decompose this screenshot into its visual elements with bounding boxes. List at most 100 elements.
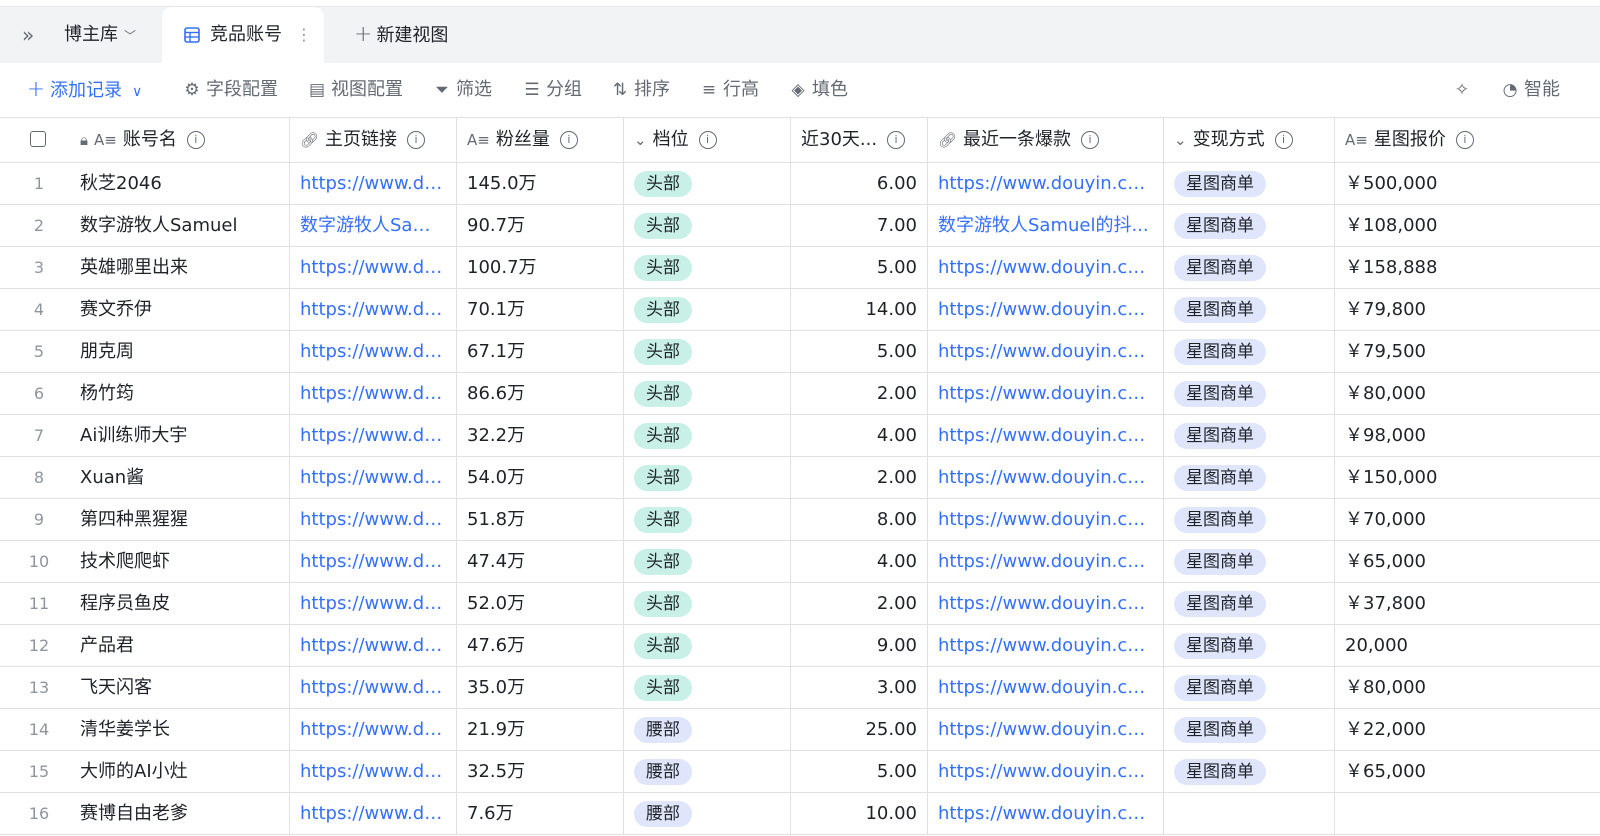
hot-post-link-cell[interactable]: https://www.douyin.co... (928, 247, 1164, 288)
info-icon[interactable]: i (1081, 131, 1100, 149)
column-header-price[interactable]: A≡ 星图报价 i (1335, 118, 1600, 162)
hot-post-link-cell[interactable]: https://www.douyin.co... (928, 583, 1164, 624)
table-row[interactable]: 9 第四种黑猩猩 https://www.do... 51.8万 头部 8.00 https… (0, 499, 1600, 541)
expand-sidebar-icon[interactable]: » (22, 23, 48, 47)
fans-count-cell[interactable]: 32.2万 (457, 415, 624, 456)
fans-count-cell[interactable]: 86.6万 (457, 373, 624, 414)
price-cell[interactable]: ￥108,000 (1335, 205, 1600, 246)
last30-cell[interactable]: 7.00 (791, 205, 928, 246)
table-row[interactable]: 10 技术爬爬虾 https://www.do... 47.4万 头部 4.00 https… (0, 541, 1600, 583)
homepage-link-cell[interactable]: https://www.do... (290, 709, 457, 750)
info-icon[interactable]: i (559, 131, 578, 149)
homepage-link-cell[interactable]: https://www.do... (290, 793, 457, 834)
monetize-cell[interactable]: 星图商单 (1164, 457, 1335, 498)
fans-count-cell[interactable]: 145.0万 (457, 163, 624, 204)
price-cell[interactable]: 20,000 (1335, 625, 1600, 666)
account-name-cell[interactable]: 技术爬爬虾 (70, 541, 290, 582)
monetize-cell[interactable]: 星图商单 (1164, 205, 1335, 246)
hot-post-link-cell[interactable]: 数字游牧人Samuel的抖... (928, 205, 1164, 246)
monetize-cell[interactable]: 星图商单 (1164, 667, 1335, 708)
table-row[interactable]: 13 飞天闪客 https://www.do... 35.0万 头部 3.00 https:… (0, 667, 1600, 709)
hot-post-link-cell[interactable]: https://www.douyin.co... (928, 709, 1164, 750)
homepage-link-cell[interactable]: https://www.do... (290, 541, 457, 582)
homepage-link-cell[interactable]: https://www.do... (290, 247, 457, 288)
table-row[interactable]: 5 朋克周 https://www.do... 67.1万 头部 5.00 https://… (0, 331, 1600, 373)
hot-post-link-cell[interactable]: https://www.douyin.co... (928, 541, 1164, 582)
homepage-link-cell[interactable]: https://www.do... (290, 667, 457, 708)
homepage-link-cell[interactable]: https://www.do... (290, 751, 457, 792)
tier-cell[interactable]: 腰部 (624, 709, 791, 750)
field-config-button[interactable]: ⚙ 字段配置 (182, 64, 278, 116)
price-cell[interactable]: ￥150,000 (1335, 457, 1600, 498)
tier-cell[interactable]: 头部 (624, 667, 791, 708)
tier-cell[interactable]: 头部 (624, 331, 791, 372)
row-height-button[interactable]: ≡ 行高 (699, 64, 759, 116)
column-header-hot[interactable]: 🔗︎ 最近一条爆款 i (928, 118, 1164, 162)
last30-cell[interactable]: 4.00 (791, 541, 928, 582)
hot-post-link-cell[interactable]: https://www.douyin.co... (928, 289, 1164, 330)
last30-cell[interactable]: 5.00 (791, 751, 928, 792)
fans-count-cell[interactable]: 47.6万 (457, 625, 624, 666)
tier-cell[interactable]: 头部 (624, 205, 791, 246)
tier-cell[interactable]: 腰部 (624, 751, 791, 792)
more-options-icon[interactable]: ⋮ (296, 7, 312, 63)
homepage-link-cell[interactable]: https://www.do... (290, 373, 457, 414)
account-name-cell[interactable]: 杨竹筠 (70, 373, 290, 414)
account-name-cell[interactable]: 大师的AI小灶 (70, 751, 290, 792)
tier-cell[interactable]: 头部 (624, 541, 791, 582)
price-cell[interactable]: ￥80,000 (1335, 667, 1600, 708)
table-row[interactable]: 4 赛文乔伊 https://www.do... 70.1万 头部 14.00 https:… (0, 289, 1600, 331)
tier-cell[interactable]: 头部 (624, 457, 791, 498)
last30-cell[interactable]: 25.00 (791, 709, 928, 750)
view-config-button[interactable]: ▤ 视图配置 (307, 64, 403, 116)
fans-count-cell[interactable]: 35.0万 (457, 667, 624, 708)
account-name-cell[interactable]: 赛博自由老爹 (70, 793, 290, 834)
table-row[interactable]: 1 秋芝2046 https://www.do... 145.0万 头部 6.00 http… (0, 163, 1600, 205)
hot-post-link-cell[interactable]: https://www.douyin.co... (928, 415, 1164, 456)
price-cell[interactable]: ￥80,000 (1335, 373, 1600, 414)
price-cell[interactable]: ￥70,000 (1335, 499, 1600, 540)
hot-post-link-cell[interactable]: https://www.douyin.co... (928, 331, 1164, 372)
info-icon[interactable]: i (186, 131, 205, 149)
table-row[interactable]: 3 英雄哪里出来 https://www.do... 100.7万 头部 5.00 http… (0, 247, 1600, 289)
fans-count-cell[interactable]: 47.4万 (457, 541, 624, 582)
tier-cell[interactable]: 头部 (624, 247, 791, 288)
table-row[interactable]: 12 产品君 https://www.do... 47.6万 头部 9.00 https:/… (0, 625, 1600, 667)
homepage-link-cell[interactable]: https://www.do... (290, 457, 457, 498)
last30-cell[interactable]: 5.00 (791, 247, 928, 288)
tab-competitor-accounts[interactable]: 竞品账号 ⋮ (162, 7, 324, 65)
last30-cell[interactable]: 14.00 (791, 289, 928, 330)
fans-count-cell[interactable]: 67.1万 (457, 331, 624, 372)
column-header-home[interactable]: 🔗︎ 主页链接 i (290, 118, 457, 162)
last30-cell[interactable]: 2.00 (791, 373, 928, 414)
fans-count-cell[interactable]: 21.9万 (457, 709, 624, 750)
price-cell[interactable] (1335, 793, 1600, 834)
fill-color-button[interactable]: ◈ 填色 (788, 64, 848, 116)
price-cell[interactable]: ￥65,000 (1335, 751, 1600, 792)
homepage-link-cell[interactable]: https://www.do... (290, 331, 457, 372)
fans-count-cell[interactable]: 51.8万 (457, 499, 624, 540)
table-row[interactable]: 16 赛博自由老爹 https://www.do... 7.6万 腰部 10.00 http… (0, 793, 1600, 835)
column-header-tier[interactable]: ⌄ 档位 i (624, 118, 791, 162)
monetize-cell[interactable]: 星图商单 (1164, 499, 1335, 540)
filter-button[interactable]: ⏷ 筛选 (432, 64, 492, 116)
monetize-cell[interactable]: 星图商单 (1164, 289, 1335, 330)
column-header-fans[interactable]: A≡ 粉丝量 i (457, 118, 624, 162)
sort-button[interactable]: ⇅ 排序 (610, 64, 670, 116)
last30-cell[interactable]: 9.00 (791, 625, 928, 666)
info-icon[interactable]: i (698, 131, 717, 149)
price-cell[interactable]: ￥158,888 (1335, 247, 1600, 288)
tier-cell[interactable]: 腰部 (624, 793, 791, 834)
group-button[interactable]: ☰ 分组 (522, 64, 582, 116)
fans-count-cell[interactable]: 90.7万 (457, 205, 624, 246)
monetize-cell[interactable]: 星图商单 (1164, 415, 1335, 456)
account-name-cell[interactable]: 数字游牧人Samuel (70, 205, 290, 246)
table-row[interactable]: 7 Ai训练师大宇 https://www.do... 32.2万 头部 4.00 http… (0, 415, 1600, 457)
column-header-name[interactable]: 🔒︎ A≡ 账号名 i (70, 118, 290, 162)
account-name-cell[interactable]: 清华姜学长 (70, 709, 290, 750)
info-icon[interactable]: i (887, 131, 906, 149)
price-cell[interactable]: ￥500,000 (1335, 163, 1600, 204)
fans-count-cell[interactable]: 32.5万 (457, 751, 624, 792)
tier-cell[interactable]: 头部 (624, 499, 791, 540)
price-cell[interactable]: ￥65,000 (1335, 541, 1600, 582)
